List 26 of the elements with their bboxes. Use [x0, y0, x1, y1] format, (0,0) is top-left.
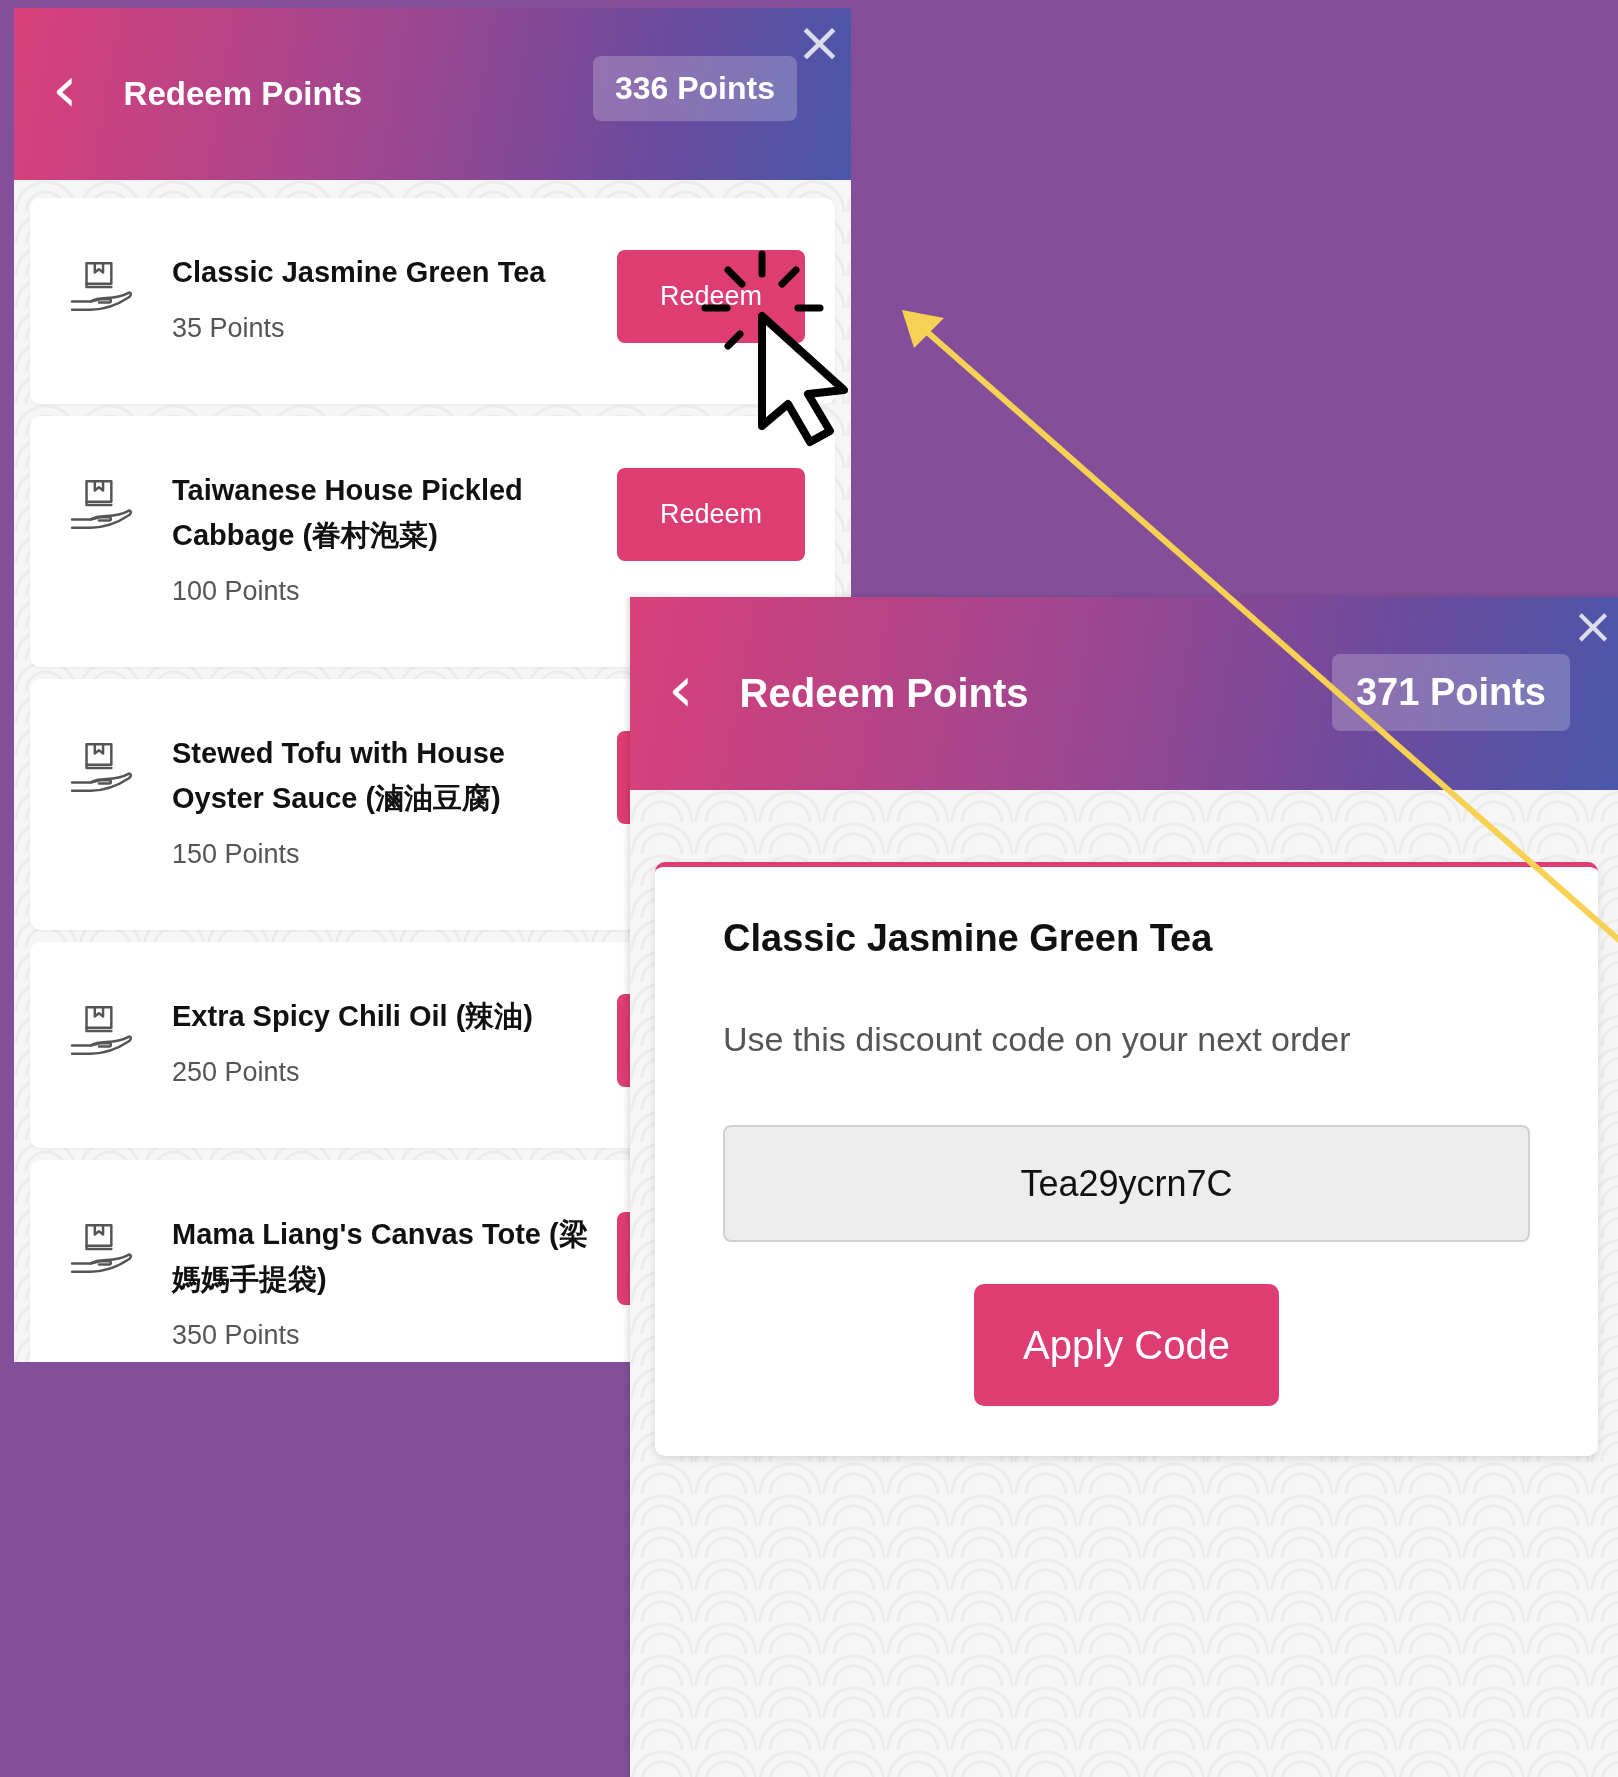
code-field[interactable]: Tea29ycrn7C — [723, 1125, 1530, 1242]
points-badge: 371 Points — [1331, 654, 1570, 731]
close-button[interactable]: × — [1568, 601, 1618, 651]
screen-title: Redeem Points — [739, 671, 1029, 716]
redeem-button[interactable] — [617, 730, 630, 824]
apply-code-button[interactable]: Apply Code — [974, 1284, 1279, 1406]
redeem-button[interactable]: Redeem — [617, 467, 805, 561]
redeem-button[interactable] — [617, 1211, 630, 1305]
instruction-text: Use this discount code on your next order — [723, 1020, 1352, 1059]
reward-points: 100 Points — [172, 575, 301, 607]
reward-name: Taiwanese House Pickled Cabbage (眷村泡菜) — [172, 472, 524, 553]
reward-points: 35 Points — [172, 312, 286, 344]
reward-name: Mama Liang's Canvas Tote (梁媽媽手提袋) — [172, 1216, 589, 1297]
reward-name: Extra Spicy Chili Oil (辣油) — [172, 998, 534, 1034]
reward-points: 250 Points — [172, 1056, 301, 1088]
reward-points: 350 Points — [172, 1319, 301, 1351]
reward-name: Classic Jasmine Green Tea — [172, 255, 547, 290]
reward-points: 150 Points — [172, 838, 301, 870]
redeem-button[interactable] — [617, 993, 630, 1087]
back-button[interactable]: ‹ — [44, 57, 86, 131]
screen-title: Redeem Points — [123, 75, 362, 113]
reward-name: Classic Jasmine Green Tea — [723, 917, 1214, 960]
back-button[interactable]: ‹ — [660, 656, 702, 731]
points-badge: 336 Points — [592, 55, 797, 121]
reward-name: Stewed Tofu with House Oyster Sauce (滷油豆腐) — [172, 735, 506, 816]
redeem-button[interactable]: Redeem — [617, 250, 805, 343]
